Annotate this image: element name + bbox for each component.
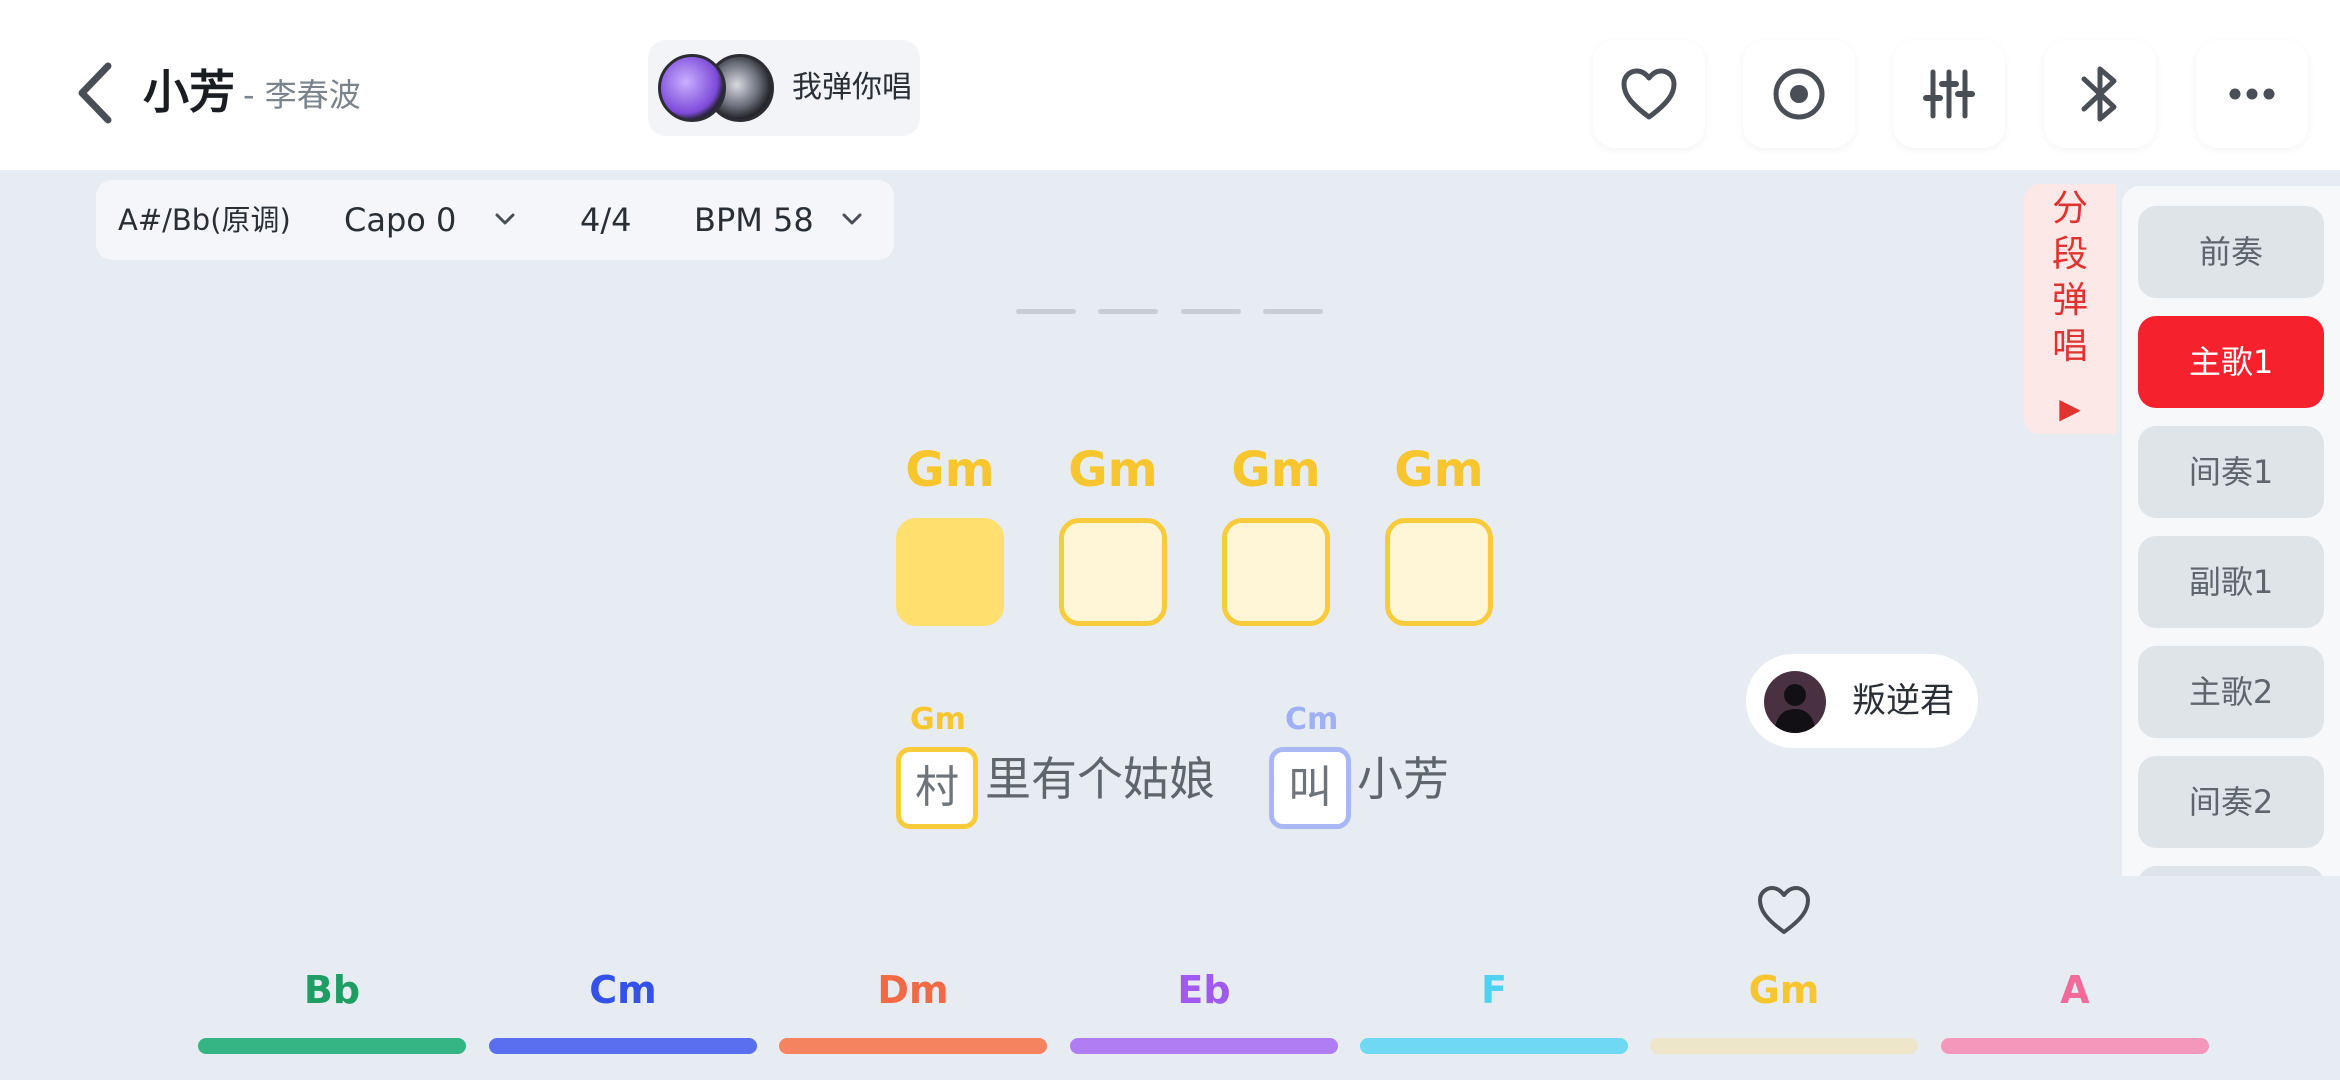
sliders-icon bbox=[1923, 69, 1975, 119]
chord-color-bar[interactable] bbox=[1070, 1038, 1338, 1054]
section-play-char: 弹 bbox=[2051, 280, 2088, 321]
heart-icon bbox=[1621, 68, 1677, 120]
chord-button-bb[interactable]: Bb bbox=[198, 962, 466, 1018]
chord-color-bar[interactable] bbox=[1360, 1038, 1628, 1054]
lyric-current-char: 叫 bbox=[1269, 747, 1351, 829]
chevron-down-icon[interactable] bbox=[840, 210, 864, 228]
bluetooth-button[interactable] bbox=[2044, 40, 2156, 148]
capo-selector[interactable]: Capo 0 bbox=[344, 180, 456, 260]
guitar-avatar bbox=[658, 54, 726, 122]
record-icon bbox=[1773, 68, 1825, 120]
lyric-chord: Gm bbox=[910, 702, 966, 737]
section-item-verse1[interactable]: 主歌1 bbox=[2138, 316, 2324, 408]
lyric-current-char: 村 bbox=[896, 747, 978, 829]
avatar bbox=[1764, 671, 1826, 733]
section-item-more[interactable] bbox=[2138, 866, 2324, 876]
user-icon bbox=[1774, 684, 1816, 733]
section-play-char: 唱 bbox=[2051, 326, 2088, 367]
chord-color-bar[interactable] bbox=[489, 1038, 757, 1054]
performer-name: 叛逆君 bbox=[1852, 681, 1954, 721]
song-title: 小芳 bbox=[143, 65, 235, 119]
beat-chord-label: Gm bbox=[1231, 442, 1321, 498]
beat-chord-label: Gm bbox=[1394, 442, 1484, 498]
more-button[interactable] bbox=[2196, 40, 2308, 148]
section-play-char: 分 bbox=[2051, 188, 2088, 229]
time-signature: 4/4 bbox=[580, 201, 632, 239]
bpm-selector[interactable]: BPM 58 bbox=[694, 180, 814, 260]
measure-indicator bbox=[1016, 309, 1076, 314]
lyric-text: 里有个姑娘 bbox=[985, 752, 1215, 806]
section-item-interlude1[interactable]: 间奏1 bbox=[2138, 426, 2324, 518]
chevron-left-icon bbox=[78, 62, 112, 124]
chord-button-gm[interactable]: Gm bbox=[1650, 962, 1918, 1018]
section-play-toggle[interactable]: 分段弹唱 ▶ bbox=[2024, 184, 2116, 434]
section-play-char: 段 bbox=[2051, 234, 2088, 275]
section-item-verse2[interactable]: 主歌2 bbox=[2138, 646, 2324, 738]
record-button[interactable] bbox=[1743, 40, 1855, 148]
performer-chip[interactable]: 叛逆君 bbox=[1746, 654, 1978, 748]
play-icon: ▶ bbox=[2059, 392, 2081, 425]
chord-button-dm[interactable]: Dm bbox=[779, 962, 1047, 1018]
beat-chord-label: Gm bbox=[1068, 442, 1158, 498]
beat-box-active bbox=[896, 518, 1004, 626]
beat-box bbox=[1222, 518, 1330, 626]
key-selector[interactable]: A#/Bb(原调) bbox=[118, 180, 291, 260]
bluetooth-icon bbox=[2081, 66, 2117, 122]
favorite-chord-button[interactable] bbox=[1756, 884, 1812, 936]
lyric-text: 小芳 bbox=[1357, 752, 1449, 806]
chord-color-bar[interactable] bbox=[1650, 1038, 1918, 1054]
chord-button-f[interactable]: F bbox=[1360, 962, 1628, 1018]
duet-label: 我弹你唱 bbox=[792, 70, 912, 105]
section-item-intro[interactable]: 前奏 bbox=[2138, 206, 2324, 298]
chord-button-cm[interactable]: Cm bbox=[489, 962, 757, 1018]
favorite-button[interactable] bbox=[1593, 40, 1705, 148]
measure-indicator bbox=[1181, 309, 1241, 314]
section-play-label: 分段弹唱 bbox=[2024, 184, 2116, 370]
chord-button-eb[interactable]: Eb bbox=[1070, 962, 1338, 1018]
settings-bar: A#/Bb(原调) Capo 0 4/4 BPM 58 bbox=[96, 180, 894, 260]
mixer-button[interactable] bbox=[1893, 40, 2005, 148]
more-icon bbox=[2229, 88, 2275, 100]
section-list: 前奏 主歌1 间奏1 副歌1 主歌2 间奏2 bbox=[2122, 186, 2340, 876]
chord-button-a[interactable]: A bbox=[1941, 962, 2209, 1018]
chord-color-bar[interactable] bbox=[198, 1038, 466, 1054]
beat-box bbox=[1059, 518, 1167, 626]
lyric-chord: Cm bbox=[1285, 702, 1339, 737]
beat-chord-label: Gm bbox=[905, 442, 995, 498]
beat-box bbox=[1385, 518, 1493, 626]
duet-mode-button[interactable]: 我弹你唱 bbox=[648, 40, 920, 136]
section-item-chorus1[interactable]: 副歌1 bbox=[2138, 536, 2324, 628]
song-artist: - 李春波 bbox=[243, 76, 361, 114]
section-item-interlude2[interactable]: 间奏2 bbox=[2138, 756, 2324, 848]
measure-indicator bbox=[1263, 309, 1323, 314]
chevron-down-icon[interactable] bbox=[493, 210, 517, 228]
measure-indicator bbox=[1098, 309, 1158, 314]
chord-color-bar[interactable] bbox=[1941, 1038, 2209, 1054]
chord-color-bar[interactable] bbox=[779, 1038, 1047, 1054]
back-button[interactable] bbox=[70, 58, 126, 128]
heart-icon bbox=[1758, 886, 1810, 934]
top-bar: 小芳 - 李春波 我弹你唱 bbox=[0, 0, 2340, 170]
